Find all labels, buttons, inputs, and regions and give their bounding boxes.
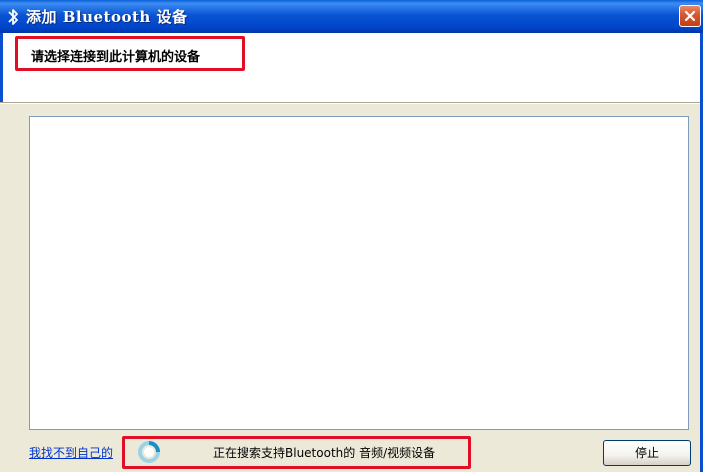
header-divider bbox=[0, 102, 703, 104]
window-title: 添加 Bluetooth 设备 bbox=[26, 8, 188, 26]
close-button[interactable] bbox=[679, 5, 701, 27]
title-bar[interactable]: 添加 Bluetooth 设备 bbox=[0, 0, 703, 33]
page-title: 请选择连接到此计算机的设备 bbox=[31, 50, 201, 65]
device-list[interactable] bbox=[29, 116, 689, 430]
stop-button[interactable]: 停止 bbox=[603, 440, 691, 466]
bluetooth-icon bbox=[6, 7, 20, 27]
loading-spinner-icon bbox=[137, 440, 161, 464]
close-icon bbox=[684, 10, 696, 22]
add-bluetooth-device-dialog: 添加 Bluetooth 设备 请选择连接到此计算机的设备 我找不到自己的 正在… bbox=[0, 0, 703, 472]
search-status-text: 正在搜索支持Bluetooth的 音频/视频设备 bbox=[213, 446, 436, 460]
dialog-header: 请选择连接到此计算机的设备 bbox=[0, 33, 703, 103]
cannot-find-device-link[interactable]: 我找不到自己的 bbox=[29, 444, 113, 461]
